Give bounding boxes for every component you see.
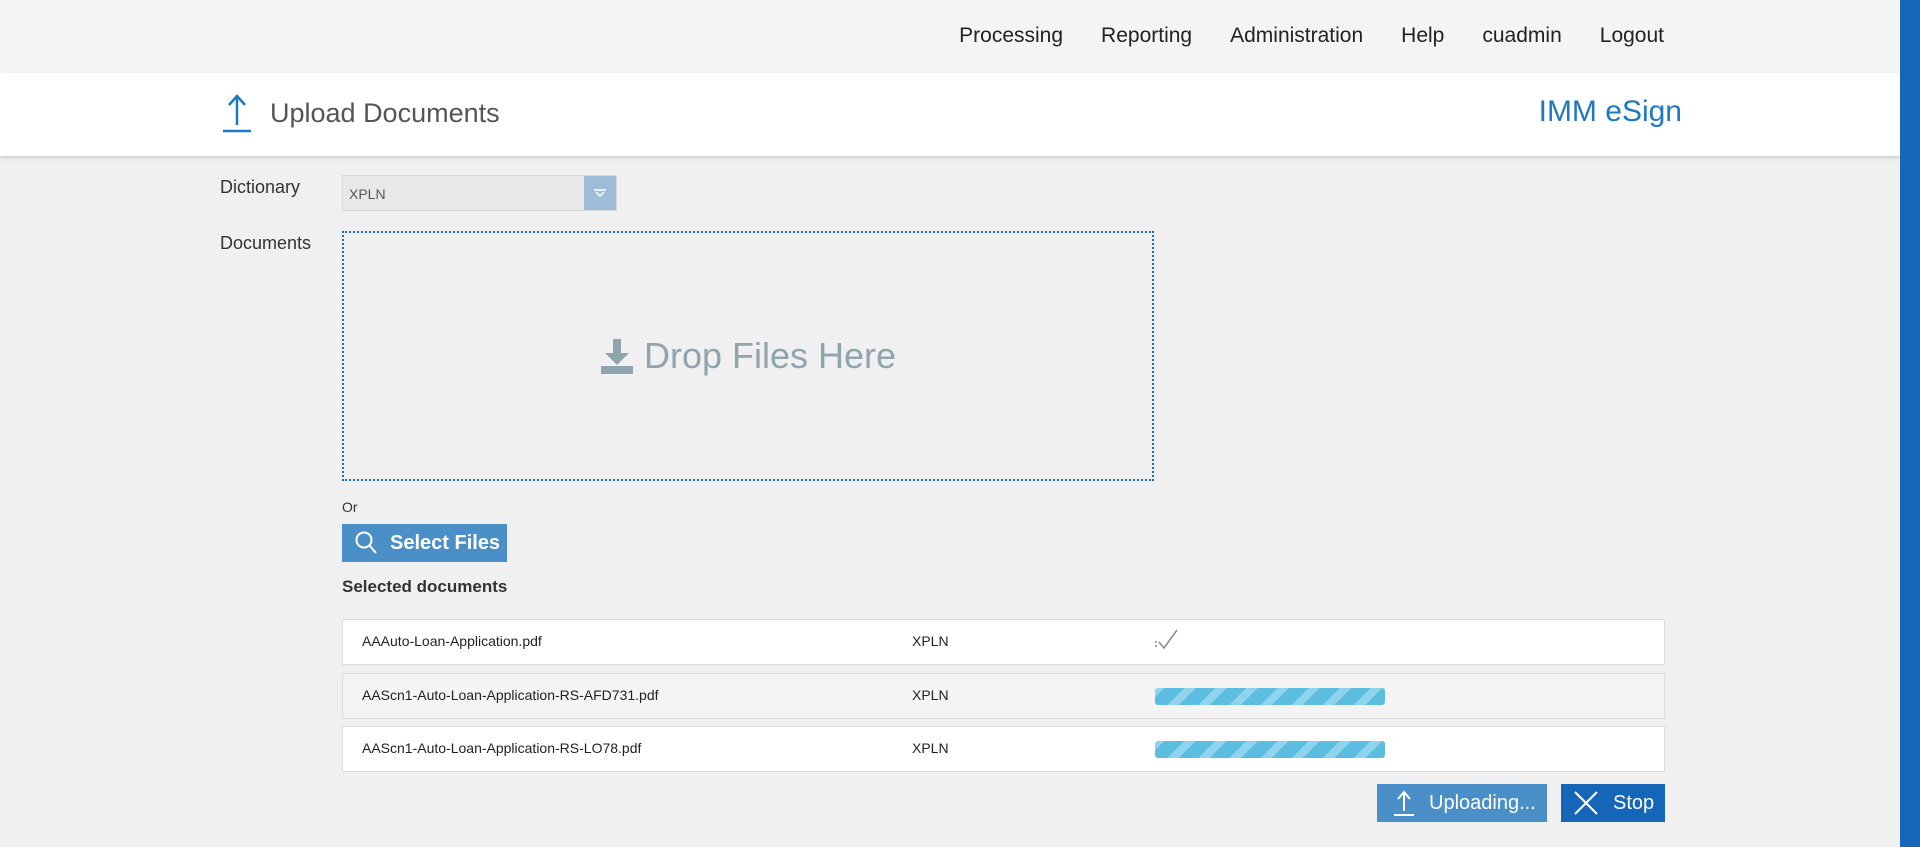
- document-name: AAAuto-Loan-Application.pdf: [362, 633, 542, 649]
- upload-icon: [223, 94, 251, 133]
- document-name: AAScn1-Auto-Loan-Application-RS-LO78.pdf: [362, 740, 642, 756]
- nav-administration[interactable]: Administration: [1230, 24, 1363, 48]
- dictionary-select[interactable]: XPLN: [342, 175, 617, 211]
- upload-icon: [1394, 790, 1414, 816]
- upload-progress-bar: [1155, 741, 1385, 758]
- drop-zone-content: Drop Files Here: [600, 335, 896, 377]
- stop-button[interactable]: Stop: [1561, 784, 1665, 822]
- document-dictionary: XPLN: [912, 633, 949, 649]
- right-edge-strip: [1900, 0, 1920, 847]
- table-row: AAAuto-Loan-Application.pdf XPLN: [342, 619, 1665, 665]
- drop-zone-text: Drop Files Here: [643, 335, 897, 376]
- main-nav: Processing Reporting Administration Help…: [921, 24, 1664, 48]
- download-icon: [600, 339, 633, 374]
- chevron-down-icon: [594, 189, 606, 198]
- select-files-button[interactable]: Select Files: [342, 524, 507, 562]
- or-separator: Or: [342, 499, 358, 515]
- nav-user[interactable]: cuadmin: [1482, 24, 1561, 48]
- uploading-button[interactable]: Uploading...: [1377, 784, 1547, 822]
- nav-logout[interactable]: Logout: [1600, 24, 1664, 48]
- document-dictionary: XPLN: [912, 687, 949, 703]
- documents-label: Documents: [220, 233, 312, 253]
- select-files-label: Select Files: [390, 531, 501, 554]
- page-header: Upload Documents IMM eSign: [0, 73, 1900, 156]
- page-title: Upload Documents: [270, 97, 500, 128]
- stop-label: Stop: [1613, 791, 1655, 814]
- dictionary-select-value: XPLN: [349, 186, 386, 202]
- uploading-label: Uploading...: [1429, 791, 1536, 814]
- dropdown-toggle[interactable]: [584, 176, 616, 210]
- dictionary-label: Dictionary: [220, 177, 301, 197]
- brand-logo[interactable]: IMM eSign: [1539, 95, 1682, 129]
- nav-help[interactable]: Help: [1401, 24, 1444, 48]
- document-name: AAScn1-Auto-Loan-Application-RS-AFD731.p…: [362, 687, 659, 703]
- nav-processing[interactable]: Processing: [959, 24, 1063, 48]
- table-row: AAScn1-Auto-Loan-Application-RS-LO78.pdf…: [342, 726, 1665, 772]
- close-icon: [1574, 791, 1598, 815]
- upload-progress-bar: [1155, 688, 1385, 705]
- search-icon: [355, 531, 377, 554]
- checkmark-icon: [1155, 629, 1178, 650]
- top-nav-bar: Processing Reporting Administration Help…: [0, 0, 1900, 73]
- table-row: AAScn1-Auto-Loan-Application-RS-AFD731.p…: [342, 673, 1665, 719]
- document-dictionary: XPLN: [912, 740, 949, 756]
- file-drop-zone[interactable]: Drop Files Here: [342, 231, 1154, 481]
- nav-reporting[interactable]: Reporting: [1101, 24, 1192, 48]
- selected-documents-title: Selected documents: [342, 577, 508, 596]
- page-title-group: Upload Documents: [220, 91, 500, 135]
